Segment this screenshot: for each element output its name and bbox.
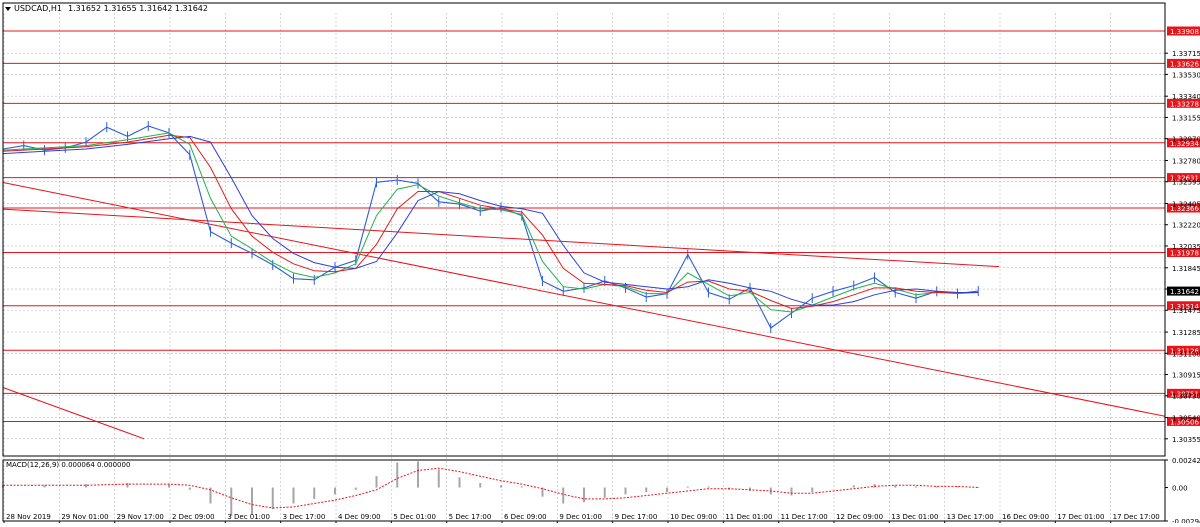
y-tick-label: 1.30540 [1172,415,1200,423]
x-tick-label: 5 Dec 17:00 [449,513,492,521]
x-tick-label: 6 Dec 09:00 [504,513,547,521]
y-tick-label: 1.31845 [1172,265,1200,273]
x-tick-label: 29 Nov 01:00 [61,513,108,521]
x-tick-label: 17 Dec 17:00 [1113,513,1160,521]
x-tick-label: 16 Dec 09:00 [1002,513,1049,521]
y-tick-label: 1.32035 [1172,243,1200,251]
macd-y-tick-label: 0.00242 [1172,457,1200,465]
y-tick-label: 1.33715 [1172,50,1200,58]
x-tick-label: 9 Dec 01:00 [559,513,602,521]
chart-background [0,0,1200,523]
y-tick-label: 1.32780 [1172,157,1200,165]
current-price-label: 1.31642 [1170,288,1199,296]
level-price-label: 1.33278 [1170,100,1199,108]
x-tick-label: 9 Dec 17:00 [615,513,658,521]
y-tick-label: 1.31100 [1172,350,1200,358]
symbol-label: USDCAD,H1 [14,4,62,13]
ohlc-values: 1.31652 1.31655 1.31642 1.31642 [68,4,208,13]
macd-y-tick-label: -0.00294 [1172,518,1200,523]
macd-label: MACD(12,26,9) 0.000064 0.000000 [6,461,130,469]
x-tick-label: 11 Dec 17:00 [781,513,828,521]
macd-y-tick-label: 0.00 [1172,485,1188,493]
x-tick-label: 10 Dec 09:00 [670,513,717,521]
y-tick-label: 1.33530 [1172,71,1200,79]
chart-root: 1.33908 1.33626 1.33278 1.32934 1.32631 1.323… [0,0,1200,526]
x-tick-label: 28 Nov 2019 [6,513,51,521]
x-tick-label: 3 Dec 01:00 [227,513,270,521]
level-price-label: 1.33908 [1170,28,1199,36]
x-tick-label: 4 Dec 09:00 [338,513,381,521]
chart-svg: 1.339081.336261.332781.329341.326311.323… [0,0,1200,526]
x-tick-label: 13 Dec 01:00 [891,513,938,521]
y-tick-label: 1.30355 [1172,436,1200,444]
x-tick-label: 11 Dec 01:00 [725,513,772,521]
y-tick-label: 1.32970 [1172,136,1200,144]
x-tick-label: 17 Dec 01:00 [1057,513,1104,521]
y-tick-label: 1.30730 [1172,393,1200,401]
x-tick-label: 2 Dec 09:00 [172,513,215,521]
x-tick-label: 13 Dec 17:00 [947,513,994,521]
y-tick-label: 1.32220 [1172,222,1200,230]
x-tick-label: 12 Dec 09:00 [836,513,883,521]
y-tick-label: 1.33155 [1172,114,1200,122]
x-tick-label: 29 Nov 17:00 [117,513,164,521]
y-tick-label: 1.32405 [1172,201,1200,209]
x-tick-label: 5 Dec 01:00 [393,513,436,521]
y-tick-label: 1.30915 [1172,372,1200,380]
y-tick-label: 1.32595 [1172,179,1200,187]
y-tick-label: 1.31285 [1172,329,1200,337]
x-tick-label: 3 Dec 17:00 [283,513,326,521]
y-tick-label: 1.33340 [1172,93,1200,101]
y-tick-label: 1.31475 [1172,307,1200,315]
level-price-label: 1.33626 [1170,60,1199,68]
